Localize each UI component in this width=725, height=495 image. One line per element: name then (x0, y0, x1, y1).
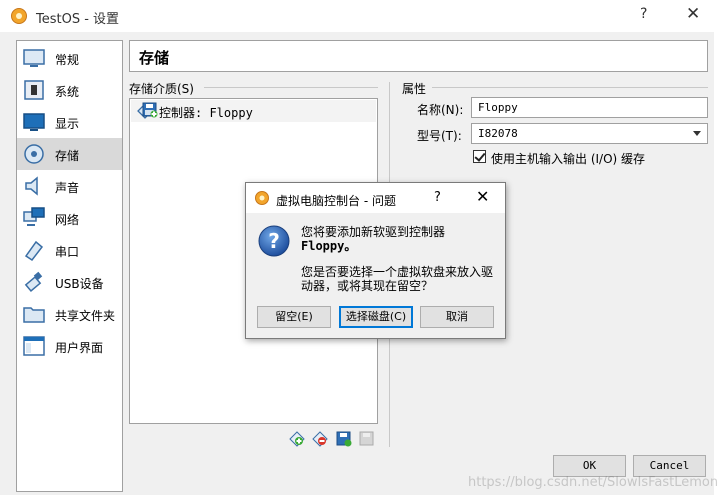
sidebar-item-label: 系统 (55, 85, 80, 99)
cancel-button[interactable]: Cancel (633, 455, 706, 477)
add-floppy-icon (142, 102, 158, 118)
choose-disk-button[interactable]: 选择磁盘(C) (339, 306, 413, 328)
network-icon (23, 207, 45, 226)
sidebar-item-label: 串口 (55, 245, 80, 259)
sidebar-item-usb[interactable]: USB设备 (17, 266, 122, 298)
ok-button[interactable]: OK (553, 455, 626, 477)
tree-item-controller-floppy[interactable]: 控制器: Floppy (131, 100, 376, 122)
dialog-message: 您将要添加新软驱到控制器 Floppy。 (301, 225, 445, 253)
dialog-message-line1: 您将要添加新软驱到控制器 (301, 225, 446, 239)
chevron-down-icon (693, 131, 701, 136)
display-icon (23, 113, 45, 131)
sidebar-item-serial-ports[interactable]: 串口 (17, 234, 122, 266)
folder-icon (23, 307, 45, 323)
virtualbox-app-icon (255, 191, 269, 205)
type-select-value: I82078 (478, 127, 518, 140)
remove-attachment-icon[interactable] (359, 431, 375, 447)
page-header: 存储 (129, 40, 708, 72)
dialog-message-line2: Floppy。 (301, 239, 357, 253)
serial-port-icon (24, 240, 44, 262)
sidebar-item-label: USB设备 (55, 277, 104, 291)
title-bar: TestOS - 设置 ? ✕ (0, 0, 725, 32)
dialog-help-button[interactable]: ? (434, 190, 441, 205)
help-button[interactable]: ? (640, 6, 647, 22)
sidebar-item-label: 网络 (55, 213, 80, 227)
type-select[interactable]: I82078 (471, 123, 708, 144)
properties-divider (432, 87, 708, 88)
add-attachment-icon[interactable] (336, 431, 352, 447)
question-dialog: 虚拟电脑控制台 - 问题 ? ✕ ? 您将要添加新软驱到控制器 Floppy。 … (245, 182, 506, 339)
sidebar-item-display[interactable]: 显示 (17, 106, 122, 138)
sidebar-item-label: 共享文件夹 (55, 309, 116, 323)
sidebar-item-user-interface[interactable]: 用户界面 (17, 330, 122, 362)
settings-sidebar: 常规 系统 显示 存储 声音 网络 串口 USB设备 共享文件夹 用户界面 (16, 40, 123, 492)
name-field[interactable]: Floppy (471, 97, 708, 118)
sidebar-item-audio[interactable]: 声音 (17, 170, 122, 202)
ui-window-icon (23, 336, 45, 356)
type-label: 型号(T): (417, 129, 462, 143)
usb-icon (24, 271, 43, 292)
sidebar-item-label: 声音 (55, 181, 80, 195)
host-io-cache-checkbox[interactable] (473, 150, 486, 163)
sidebar-item-shared-folders[interactable]: 共享文件夹 (17, 298, 122, 330)
leave-empty-button[interactable]: 留空(E) (257, 306, 331, 328)
properties-label: 属性 (402, 82, 427, 96)
window-title: TestOS - 设置 (36, 12, 120, 27)
virtualbox-app-icon (11, 8, 27, 24)
storage-media-label: 存储介质(S) (129, 82, 194, 96)
name-label: 名称(N): (417, 103, 464, 117)
cancel-dialog-button[interactable]: 取消 (420, 306, 494, 328)
sidebar-item-general[interactable]: 常规 (17, 42, 122, 74)
page-title: 存储 (139, 49, 170, 67)
chip-icon (24, 80, 44, 100)
dialog-title: 虚拟电脑控制台 - 问题 (276, 194, 396, 208)
add-controller-icon[interactable] (289, 431, 305, 447)
dialog-close-button[interactable]: ✕ (476, 187, 489, 206)
question-icon: ? (258, 225, 290, 257)
sidebar-item-system[interactable]: 系统 (17, 74, 122, 106)
controller-label: 控制器: Floppy (159, 106, 253, 120)
dialog-title-bar: 虚拟电脑控制台 - 问题 ? ✕ (246, 183, 505, 213)
remove-controller-icon[interactable] (312, 431, 328, 447)
sidebar-item-label: 存储 (55, 149, 80, 163)
speaker-icon (25, 176, 38, 196)
watermark: https://blog.csdn.net/SlowIsFastLemon (468, 475, 719, 490)
disk-icon (24, 144, 44, 164)
host-io-cache-label: 使用主机输入输出 (I/O) 缓存 (491, 152, 646, 166)
window-edge (714, 32, 725, 495)
dialog-question: 您是否要选择一个虚拟软盘来放入驱动器，或将其现在留空？ (301, 265, 494, 293)
sidebar-item-label: 用户界面 (55, 341, 104, 355)
monitor-icon (23, 49, 45, 67)
sidebar-item-network[interactable]: 网络 (17, 202, 122, 234)
sidebar-item-label: 显示 (55, 117, 80, 131)
storage-media-divider (204, 87, 378, 88)
close-button[interactable]: ✕ (686, 4, 700, 24)
svg-text:?: ? (268, 229, 280, 253)
sidebar-item-storage[interactable]: 存储 (17, 138, 122, 170)
sidebar-item-label: 常规 (55, 53, 80, 67)
